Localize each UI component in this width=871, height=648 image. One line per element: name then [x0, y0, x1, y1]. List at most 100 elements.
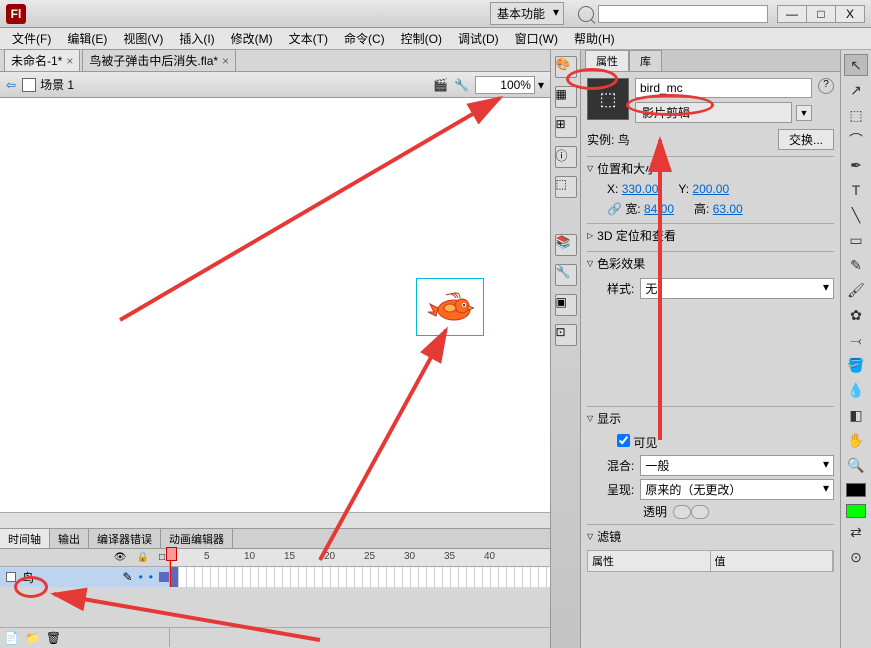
menu-window[interactable]: 窗口(W) [507, 28, 566, 49]
render-dropdown[interactable]: 原来的（无更改） [640, 479, 834, 500]
paint-bucket-tool[interactable]: 🪣 [844, 354, 868, 376]
section-position[interactable]: ▽位置和大小 [587, 157, 834, 180]
components-panel-icon[interactable]: 🔧 [555, 264, 577, 286]
keyframe[interactable] [170, 567, 178, 587]
zoom-tool[interactable]: 🔍 [844, 454, 868, 476]
close-button[interactable]: X [835, 5, 865, 23]
section-display[interactable]: ▽显示 [587, 407, 834, 430]
visible-checkbox[interactable] [617, 434, 630, 447]
motion-presets-icon[interactable]: ▣ [555, 294, 577, 316]
section-filters[interactable]: ▽滤镜 [587, 525, 834, 548]
minimize-button[interactable]: — [777, 5, 807, 23]
stage[interactable] [0, 98, 550, 512]
align-panel-icon[interactable]: ⊞ [555, 116, 577, 138]
width-value[interactable]: 84.00 [644, 202, 674, 216]
zoom-dropdown-icon[interactable]: ▾ [538, 78, 544, 92]
menubar: 文件(F) 编辑(E) 视图(V) 插入(I) 修改(M) 文本(T) 命令(C… [0, 28, 871, 50]
frame-ruler[interactable]: 1 5 10 15 20 25 30 35 40 [170, 549, 550, 566]
layer-row[interactable]: 鸟 ✎ •• [0, 567, 170, 587]
info-panel-icon[interactable]: ⓘ [555, 146, 577, 168]
bone-tool[interactable]: ⤙ [844, 329, 868, 351]
rectangle-tool[interactable]: ▭ [844, 229, 868, 251]
menu-text[interactable]: 文本(T) [281, 28, 336, 49]
instance-name-input[interactable] [635, 78, 812, 98]
close-icon[interactable]: × [222, 54, 229, 68]
deco-tool[interactable]: ✿ [844, 304, 868, 326]
tab-motion-editor[interactable]: 动画编辑器 [161, 529, 233, 548]
swap-button[interactable]: 交换... [778, 129, 834, 150]
workspace-dropdown[interactable]: 基本功能 [490, 2, 564, 25]
text-tool[interactable]: T [844, 179, 868, 201]
swap-colors-icon[interactable]: ⇄ [844, 521, 868, 543]
height-value[interactable]: 63.00 [713, 202, 743, 216]
menu-commands[interactable]: 命令(C) [336, 28, 393, 49]
library-panel-icon[interactable]: 📚 [555, 234, 577, 256]
brush-tool[interactable]: 🖌 [844, 279, 868, 301]
transform-panel-icon[interactable]: ⬚ [555, 176, 577, 198]
new-folder-icon[interactable]: 📁 [25, 631, 40, 645]
tab-output[interactable]: 输出 [50, 529, 89, 548]
x-value[interactable]: 330.00 [622, 182, 659, 196]
layer-name[interactable]: 鸟 [22, 569, 34, 586]
close-icon[interactable]: × [66, 54, 73, 68]
section-3d[interactable]: ▷3D 定位和查看 [587, 224, 834, 247]
maximize-button[interactable]: □ [806, 5, 836, 23]
symbol-type-dropdown[interactable]: 影片剪辑 [635, 102, 792, 123]
tab-library[interactable]: 库 [629, 50, 662, 71]
menu-view[interactable]: 视图(V) [115, 28, 171, 49]
swatches-panel-icon[interactable]: ▦ [555, 86, 577, 108]
snap-icon[interactable]: ⊙ [844, 546, 868, 568]
blend-dropdown[interactable]: 一般 [640, 455, 834, 476]
menu-edit[interactable]: 编辑(E) [59, 28, 115, 49]
back-icon[interactable]: ⇦ [6, 78, 16, 92]
edit-scene-icon[interactable]: 🎬 [433, 78, 448, 92]
transparency-toggle[interactable] [673, 505, 709, 519]
frames-area[interactable] [170, 567, 550, 587]
menu-modify[interactable]: 修改(M) [223, 28, 281, 49]
menu-debug[interactable]: 调试(D) [450, 28, 507, 49]
outline-icon[interactable]: □ [159, 552, 165, 563]
symbol-type-icon[interactable]: ⬚ [587, 78, 629, 120]
stroke-color[interactable] [846, 483, 866, 497]
section-color[interactable]: ▽色彩效果 [587, 252, 834, 275]
delete-layer-icon[interactable]: 🗑 [46, 631, 61, 645]
horizontal-scrollbar[interactable] [0, 512, 550, 528]
hand-tool[interactable]: ✋ [844, 429, 868, 451]
y-value[interactable]: 200.00 [692, 182, 729, 196]
subselection-tool[interactable]: ↗ [844, 79, 868, 101]
search-input[interactable] [598, 5, 768, 23]
lasso-tool[interactable]: ⌒ [844, 129, 868, 151]
color-style-dropdown[interactable]: 无 [640, 278, 834, 299]
tab-timeline[interactable]: 时间轴 [0, 529, 50, 548]
eraser-tool[interactable]: ◧ [844, 404, 868, 426]
help-icon[interactable]: ? [818, 78, 834, 94]
scene-label: 场景 1 [40, 76, 74, 93]
free-transform-tool[interactable]: ⬚ [844, 104, 868, 126]
menu-help[interactable]: 帮助(H) [566, 28, 623, 49]
panel-rail: 🎨 ▦ ⊞ ⓘ ⬚ 📚 🔧 ▣ ⊡ [551, 50, 581, 648]
zoom-input[interactable] [475, 76, 535, 94]
selected-instance[interactable] [416, 278, 484, 336]
color-panel-icon[interactable]: 🎨 [555, 56, 577, 78]
menu-file[interactable]: 文件(F) [4, 28, 59, 49]
eyedropper-tool[interactable]: 💧 [844, 379, 868, 401]
pen-tool[interactable]: ✒ [844, 154, 868, 176]
tab-compiler-errors[interactable]: 编译器错误 [89, 529, 161, 548]
selection-tool[interactable]: ↖ [844, 54, 868, 76]
fill-color[interactable] [846, 504, 866, 518]
doc-tab-1[interactable]: 未命名-1*× [4, 49, 80, 71]
tab-properties[interactable]: 属性 [585, 50, 629, 71]
project-panel-icon[interactable]: ⊡ [555, 324, 577, 346]
filter-prop-header: 属性 [588, 551, 711, 571]
dropdown-icon[interactable]: ▼ [796, 105, 812, 121]
new-layer-icon[interactable]: 📄 [4, 631, 19, 645]
menu-control[interactable]: 控制(O) [393, 28, 450, 49]
playhead[interactable] [170, 549, 171, 587]
line-tool[interactable]: ╲ [844, 204, 868, 226]
menu-insert[interactable]: 插入(I) [171, 28, 222, 49]
doc-tab-2[interactable]: 鸟被子弹击中后消失.fla*× [82, 49, 236, 71]
edit-symbol-icon[interactable]: 🔧 [454, 78, 469, 92]
eye-icon[interactable]: 👁 [114, 552, 127, 563]
pencil-tool[interactable]: ✎ [844, 254, 868, 276]
lock-icon[interactable]: 🔒 [137, 552, 149, 563]
